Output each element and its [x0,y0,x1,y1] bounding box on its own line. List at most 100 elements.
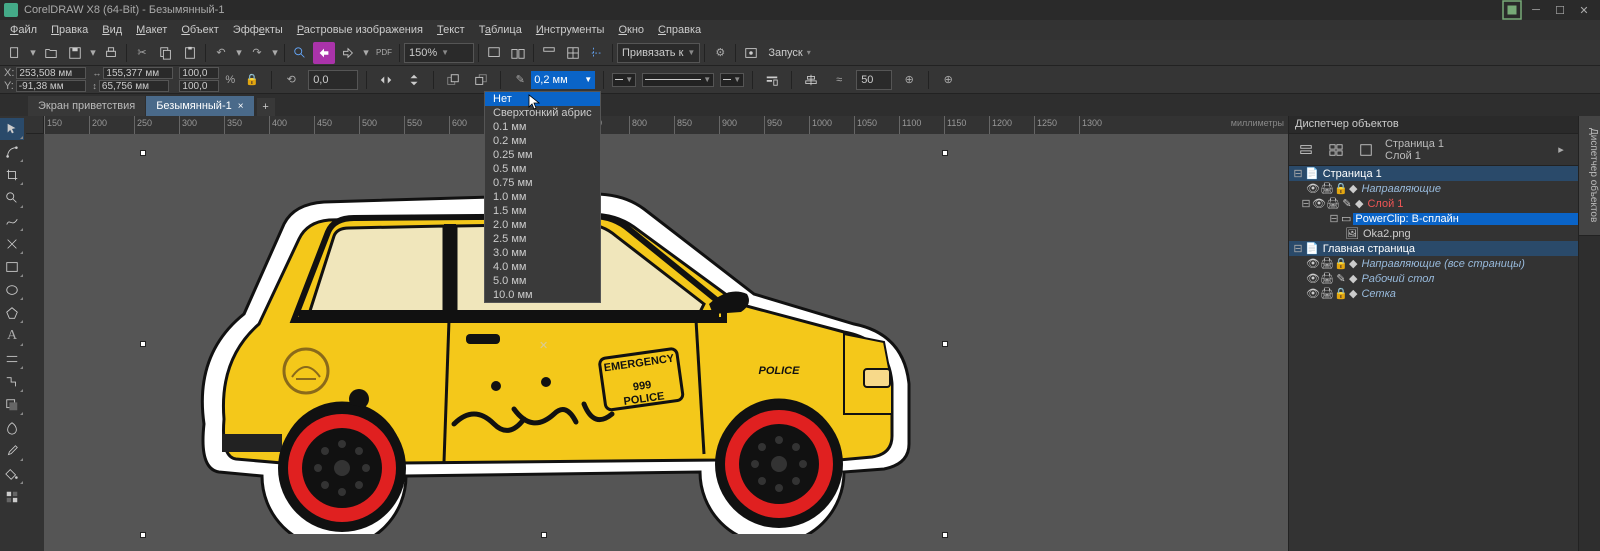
tab-document[interactable]: Безымянный-1× [146,96,253,116]
canvas[interactable]: EMERGENCY 999 POLICE POLICE ✕ [44,134,1288,551]
save-arrow[interactable]: ▾ [88,42,98,64]
open-button[interactable] [40,42,62,64]
rectangle-tool[interactable] [0,256,24,278]
outline-option[interactable]: Нет [485,92,600,106]
object-tree[interactable]: ⊟📄Страница 1 👁🖨🔒◆Направляющие ⊟👁🖨✎◆Слой … [1289,166,1578,551]
snap-combo[interactable]: Привязать к▼ [617,43,700,63]
tree-page1[interactable]: ⊟📄Страница 1 [1289,166,1578,181]
connector-tool[interactable] [0,371,24,393]
shadow-tool[interactable] [0,394,24,416]
menu-text[interactable]: Текст [431,22,471,38]
outline-option[interactable]: 1.0 мм [485,190,600,204]
tree-guides[interactable]: 👁🖨🔒◆Направляющие [1289,181,1578,196]
sy-input[interactable] [179,80,219,92]
cut-button[interactable]: ✂ [131,42,153,64]
rulers-button[interactable] [538,42,560,64]
h-input[interactable] [99,80,169,92]
crop-tool[interactable] [0,164,24,186]
pdf-button[interactable]: PDF [373,42,395,64]
preview-button[interactable] [507,42,529,64]
zoom-tool[interactable] [0,187,24,209]
outline-option[interactable]: 0.5 мм [485,162,600,176]
align-button[interactable] [800,69,822,91]
outline-width-dropdown-button[interactable]: ▼ [581,71,595,89]
mirror-h-button[interactable] [375,69,397,91]
menu-layout[interactable]: Макет [130,22,173,38]
outline-option[interactable]: 2.5 мм [485,232,600,246]
outline-option[interactable]: 5.0 мм [485,274,600,288]
smart-fill-tool[interactable] [0,486,24,508]
undo-button[interactable]: ↶ [210,42,232,64]
outline-option[interactable]: 0.2 мм [485,134,600,148]
redo-arrow[interactable]: ▾ [270,42,280,64]
ellipse-tool[interactable] [0,279,24,301]
fullscreen-button[interactable] [483,42,505,64]
save-button[interactable] [64,42,86,64]
add-button[interactable]: ⊕ [937,69,959,91]
lock-ratio-button[interactable]: 🔒 [241,69,263,91]
docker-tab-objmgr[interactable]: Диспетчер объектов [1579,116,1600,236]
outline-option[interactable]: Сверхтонкий абрис [485,106,600,120]
eyedropper-tool[interactable] [0,440,24,462]
outline-option[interactable]: 1.5 мм [485,204,600,218]
minimize-button[interactable]: ─ [1524,2,1548,18]
wrap-button[interactable] [761,69,783,91]
ruler-horizontal[interactable]: миллиметры 15020025030035040045050055060… [44,116,1288,134]
menu-edit[interactable]: Правка [45,22,94,38]
layer-edit-button[interactable] [1355,139,1377,161]
text-tool[interactable]: A [0,325,24,347]
tab-close-icon[interactable]: × [238,101,244,112]
tree-desktop[interactable]: 👁🖨✎◆Рабочий стол [1289,271,1578,286]
start-arrow-combo[interactable]: ▼ [612,73,636,87]
new-button[interactable] [4,42,26,64]
polygon-tool[interactable] [0,302,24,324]
outline-width-input[interactable] [531,71,581,89]
tree-guides-all[interactable]: 👁🖨🔒◆Направляющие (все страницы) [1289,256,1578,271]
line-style-combo[interactable]: ▼ [642,73,714,87]
parallel-tool[interactable] [0,348,24,370]
redo-button[interactable]: ↷ [246,42,268,64]
ruler-corner[interactable] [26,116,44,134]
tree-oka[interactable]: 🖼Oka2.png [1289,226,1578,241]
menu-effects[interactable]: Эффекты [227,22,289,38]
copy-button[interactable] [155,42,177,64]
spin-input[interactable] [856,70,892,90]
menu-bitmaps[interactable]: Растровые изображения [291,22,429,38]
tree-master[interactable]: ⊟📄Главная страница [1289,241,1578,256]
grid-button[interactable] [562,42,584,64]
outline-option[interactable]: 2.0 мм [485,218,600,232]
undo-arrow[interactable]: ▾ [234,42,244,64]
ruler-vertical[interactable] [26,134,44,551]
outline-width-dropdown[interactable]: НетСверхтонкий абрис0.1 мм0.2 мм0.25 мм0… [484,91,601,303]
w-input[interactable] [103,67,173,79]
outline-option[interactable]: 4.0 мм [485,260,600,274]
tab-add-button[interactable]: + [257,98,275,116]
maximize-button[interactable]: ☐ [1548,2,1572,18]
menu-file[interactable]: Файл [4,22,43,38]
menu-view[interactable]: Вид [96,22,128,38]
menu-object[interactable]: Объект [175,22,224,38]
shape-tool[interactable] [0,141,24,163]
outline-option[interactable]: 0.75 мм [485,176,600,190]
close-button[interactable]: ✕ [1572,2,1596,18]
tree-layer1[interactable]: ⊟👁🖨✎◆Слой 1 [1289,196,1578,211]
tab-welcome[interactable]: Экран приветствия [28,96,145,116]
front-button[interactable] [442,69,464,91]
outline-option[interactable]: 3.0 мм [485,246,600,260]
menu-tools[interactable]: Инструменты [530,22,611,38]
import-button[interactable] [313,42,335,64]
options-button[interactable]: ⚙ [709,42,731,64]
zoom-combo[interactable]: 150%▼ [404,43,474,63]
help-icon[interactable] [1500,2,1524,18]
artistic-tool[interactable] [0,233,24,255]
mirror-v-button[interactable] [403,69,425,91]
menu-help[interactable]: Справка [652,22,707,38]
end-arrow-combo[interactable]: ▼ [720,73,744,87]
menu-table[interactable]: Таблица [473,22,528,38]
launch-icon[interactable] [740,42,762,64]
y-input[interactable] [16,80,86,92]
pick-tool[interactable] [0,118,24,140]
transparency-tool[interactable] [0,417,24,439]
outline-option[interactable]: 0.25 мм [485,148,600,162]
layer-opts-button[interactable] [1295,139,1317,161]
